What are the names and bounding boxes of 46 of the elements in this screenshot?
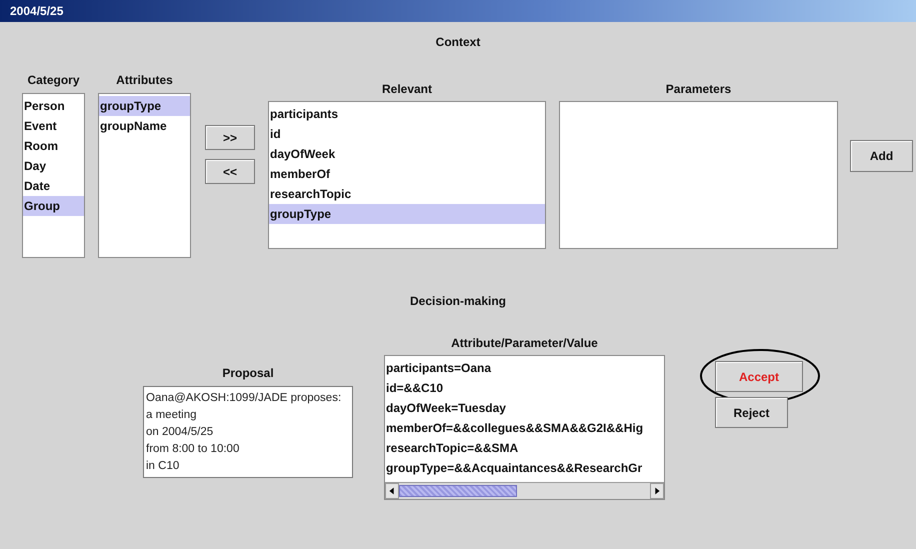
list-box[interactable]: groupType groupName	[98, 93, 191, 258]
proposal-line: Oana@AKOSH:1099/JADE proposes:	[146, 391, 342, 406]
list-box[interactable]: Person Event Room Day Date Group	[22, 93, 85, 258]
scroll-left-icon[interactable]	[385, 483, 399, 499]
list-item[interactable]: dayOfWeek	[269, 144, 545, 164]
list-item[interactable]: Room	[23, 136, 84, 156]
list-item[interactable]: groupType	[99, 96, 190, 116]
window-title: 2004/5/25	[10, 4, 64, 18]
list-box[interactable]	[559, 101, 838, 249]
list-item[interactable]: memberOf	[269, 164, 545, 184]
list-item[interactable]: Event	[23, 116, 84, 136]
list-label: Relevant	[382, 82, 432, 96]
horizontal-scrollbar[interactable]	[385, 482, 664, 499]
list-item[interactable]: Person	[23, 96, 84, 116]
move-button[interactable]: >>	[205, 125, 255, 150]
list-label: Parameters	[666, 82, 732, 96]
list-item[interactable]: participants=Oana	[385, 358, 664, 378]
proposal-line: on 2004/5/25	[146, 425, 214, 440]
proposal-line: from 8:00 to 10:00	[146, 442, 240, 457]
list-item[interactable]: Day	[23, 156, 84, 176]
list-item[interactable]: groupType=&&Acquaintances&&ResearchGr	[385, 458, 664, 478]
list-label: Proposal	[222, 366, 274, 380]
list-label: Attribute/Parameter/Value	[451, 336, 598, 350]
list-item[interactable]: Group	[23, 196, 84, 216]
list-item[interactable]: id=&&C10	[385, 378, 664, 398]
proposal-line: in C10	[146, 459, 180, 474]
move-button[interactable]: <<	[205, 159, 255, 184]
section-title: Context	[436, 35, 480, 49]
list-label: Category	[27, 73, 80, 87]
list-item[interactable]: researchTopic	[269, 184, 545, 204]
proposal-text-area[interactable]: Oana@AKOSH:1099/JADE proposes: a meeting on 2004/5/25 from 8:00 to 10:00 in C10	[143, 386, 353, 478]
reject-button[interactable]: Reject	[715, 397, 788, 428]
list-box[interactable]: participants id dayOfWeek memberOf researchTopic groupType	[268, 101, 546, 249]
list-item[interactable]: researchTopic=&&SMA	[385, 438, 664, 458]
list-item[interactable]: id	[269, 124, 545, 144]
list-item[interactable]: groupType	[269, 204, 545, 224]
list-item[interactable]: Date	[23, 176, 84, 196]
section-title: Decision-making	[410, 294, 506, 308]
scroll-right-icon[interactable]	[650, 483, 664, 499]
list-label: Attributes	[116, 73, 173, 87]
add-button[interactable]: Add	[850, 140, 913, 172]
proposal-line: a meeting	[146, 408, 198, 423]
list-item[interactable]: groupName	[99, 116, 190, 136]
list-item[interactable]: dayOfWeek=Tuesday	[385, 398, 664, 418]
list-item[interactable]: memberOf=&&collegues&&SMA&&G2I&&Hig	[385, 418, 664, 438]
list-item[interactable]: participants	[269, 104, 545, 124]
